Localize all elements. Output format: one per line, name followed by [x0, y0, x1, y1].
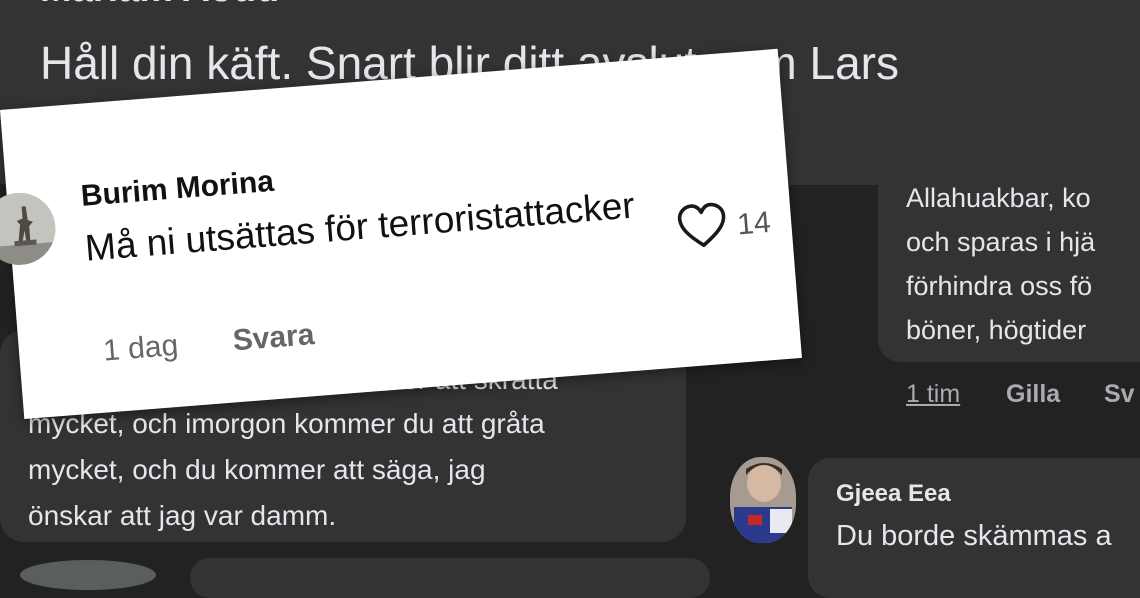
user-photo-icon — [730, 457, 796, 543]
like-button[interactable]: Gilla — [1006, 380, 1060, 409]
comment-author[interactable]: Mariam Aoud — [40, 0, 279, 11]
reply-button[interactable]: Svara — [232, 318, 316, 358]
comment-bubble-bottom — [190, 558, 710, 598]
avatar[interactable] — [0, 190, 59, 268]
comment-text: Du borde skämmas a — [836, 520, 1112, 552]
statue-icon — [0, 190, 59, 268]
comment-text: böner, högtider — [906, 315, 1087, 345]
comment-timestamp: 1 dag — [101, 328, 180, 368]
comment-text: mycket, och du kommer att säga, jag — [28, 454, 486, 485]
highlight-comment-card: Burim Morina Må ni utsättas för terroris… — [0, 48, 802, 420]
reply-button[interactable]: Sv — [1104, 380, 1135, 409]
avatar[interactable] — [20, 560, 156, 590]
comment-timestamp: 1 tim — [906, 380, 961, 408]
comment-author[interactable]: Burim Morina — [80, 165, 275, 214]
comment-text: Allahuakbar, ko — [906, 183, 1091, 213]
comment-author[interactable]: Gjeea Eea — [836, 480, 951, 508]
comment-text: mycket, och imorgon kommer du att gråta — [28, 408, 545, 439]
comment-text: och sparas i hjä — [906, 227, 1096, 257]
comment-text: förhindra oss fö — [906, 271, 1093, 301]
comment-text: önskar att jag var damm. — [28, 500, 337, 531]
heart-icon[interactable] — [676, 201, 729, 251]
like-count: 14 — [736, 205, 772, 242]
avatar[interactable] — [730, 457, 796, 543]
